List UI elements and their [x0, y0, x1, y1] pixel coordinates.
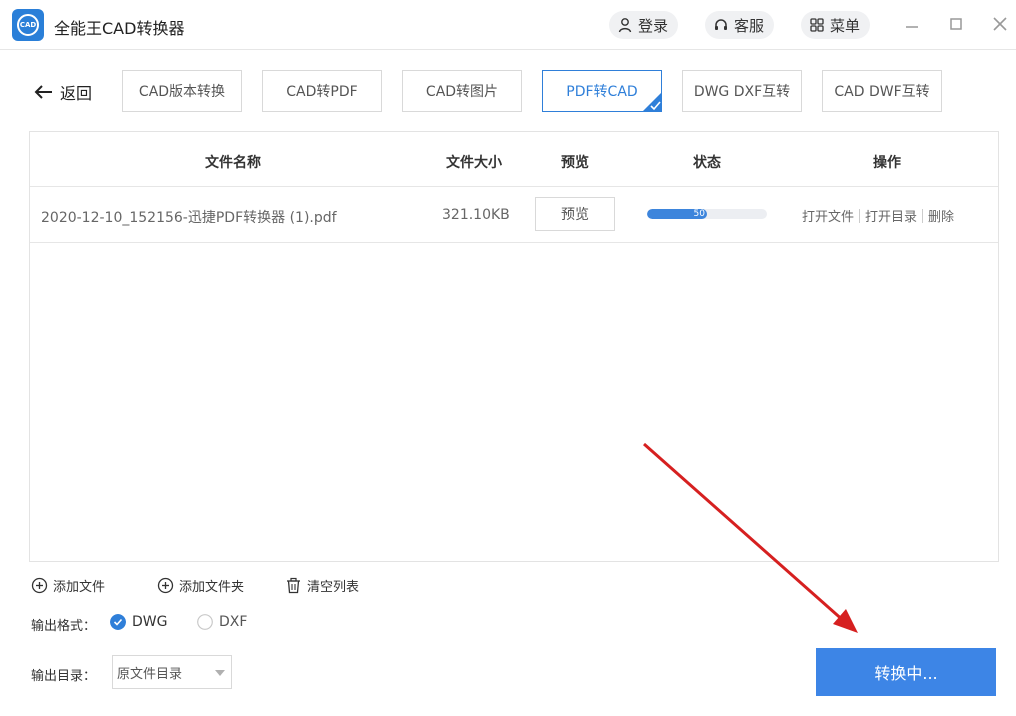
header-preview: 预览 — [561, 155, 589, 171]
output-format-label: 输出格式： — [31, 619, 97, 634]
user-icon — [618, 18, 632, 33]
tab-dwg-dxf[interactable]: DWG DXF互转 — [682, 70, 802, 112]
table-header: 文件名称 文件大小 预览 状态 操作 — [30, 132, 998, 187]
file-name: 2020-12-10_152156-迅捷PDF转换器 (1).pdf — [41, 210, 337, 226]
output-dir-select[interactable]: 原文件目录 — [112, 655, 232, 689]
tab-cad-dwf[interactable]: CAD DWF互转 — [822, 70, 942, 112]
file-table: 文件名称 文件大小 预览 状态 操作 2020-12-10_152156-迅捷P… — [29, 131, 999, 562]
header-status: 状态 — [693, 155, 721, 171]
progress-text: 50 — [693, 209, 705, 219]
format-option-dxf[interactable]: DXF — [197, 614, 247, 630]
close-button[interactable] — [990, 14, 1010, 34]
tab-label: CAD DWF互转 — [834, 84, 930, 100]
header-file-size: 文件大小 — [446, 155, 502, 171]
back-button[interactable]: 返回 — [34, 80, 92, 104]
convert-label: 转换中... — [874, 664, 938, 683]
app-title: 全能王CAD转换器 — [54, 19, 185, 38]
progress-bar: 50 — [647, 209, 767, 219]
radio-checked-icon — [110, 614, 126, 630]
header-file-name: 文件名称 — [205, 155, 261, 171]
format-option-label: DXF — [219, 614, 248, 630]
back-label: 返回 — [60, 84, 93, 103]
menu-label: 菜单 — [830, 16, 861, 35]
tab-label: CAD转图片 — [425, 84, 499, 100]
arrow-left-icon — [34, 85, 52, 99]
add-folder-label: 添加文件夹 — [179, 580, 245, 595]
tab-label: DWG DXF互转 — [693, 84, 791, 100]
format-option-dwg[interactable]: DWG — [110, 614, 167, 630]
preview-button[interactable]: 预览 — [535, 197, 615, 231]
clear-list-button[interactable]: 清空列表 — [285, 576, 359, 595]
login-button[interactable]: 登录 — [609, 11, 679, 39]
app-logo-text: CAD — [17, 14, 39, 36]
delete-link[interactable]: 删除 — [928, 206, 954, 225]
output-dir-value: 原文件目录 — [117, 666, 183, 682]
title-bar: CAD 全能王CAD转换器 登录 客服 菜单 — [0, 0, 1016, 50]
trash-icon — [287, 577, 300, 594]
row-actions: 打开文件 打开目录 删除 — [802, 206, 954, 225]
maximize-button[interactable] — [946, 14, 966, 34]
tab-label: CAD转PDF — [286, 84, 358, 100]
selected-check-icon — [642, 92, 662, 112]
tab-label: CAD版本转换 — [138, 84, 226, 100]
menu-button[interactable]: 菜单 — [801, 11, 871, 39]
service-label: 客服 — [734, 16, 765, 35]
radio-unchecked-icon — [197, 614, 213, 630]
preview-label: 预览 — [561, 207, 589, 223]
service-button[interactable]: 客服 — [705, 11, 775, 39]
convert-button[interactable]: 转换中... — [816, 648, 996, 696]
add-folder-button[interactable]: 添加文件夹 — [157, 576, 244, 595]
headset-icon — [715, 19, 727, 30]
divider — [859, 208, 861, 223]
app-logo: CAD — [12, 9, 44, 41]
add-file-label: 添加文件 — [53, 580, 106, 595]
plus-circle-icon — [31, 577, 48, 594]
progress-fill: 50 — [647, 209, 707, 219]
minimize-button[interactable] — [902, 14, 922, 34]
open-file-link[interactable]: 打开文件 — [802, 206, 854, 225]
minimize-icon — [906, 26, 918, 28]
tab-cad-to-pdf[interactable]: CAD转PDF — [262, 70, 382, 112]
clear-list-label: 清空列表 — [307, 580, 360, 595]
tab-cad-version[interactable]: CAD版本转换 — [122, 70, 242, 112]
tab-pdf-to-cad[interactable]: PDF转CAD — [542, 70, 662, 112]
maximize-icon — [950, 18, 962, 30]
tab-cad-to-image[interactable]: CAD转图片 — [402, 70, 522, 112]
tab-label: PDF转CAD — [566, 84, 638, 100]
divider — [922, 208, 924, 223]
login-label: 登录 — [638, 16, 669, 35]
header-actions: 操作 — [873, 155, 901, 171]
table-row: 2020-12-10_152156-迅捷PDF转换器 (1).pdf 321.1… — [30, 187, 998, 243]
chevron-down-icon — [215, 670, 225, 676]
grid-menu-icon — [810, 18, 824, 32]
plus-circle-icon — [157, 577, 174, 594]
open-folder-link[interactable]: 打开目录 — [865, 206, 917, 225]
format-option-label: DWG — [132, 614, 168, 630]
add-file-button[interactable]: 添加文件 — [31, 576, 105, 595]
close-icon — [993, 17, 1007, 31]
file-size: 321.10KB — [442, 207, 510, 223]
output-dir-label: 输出目录： — [31, 669, 97, 684]
